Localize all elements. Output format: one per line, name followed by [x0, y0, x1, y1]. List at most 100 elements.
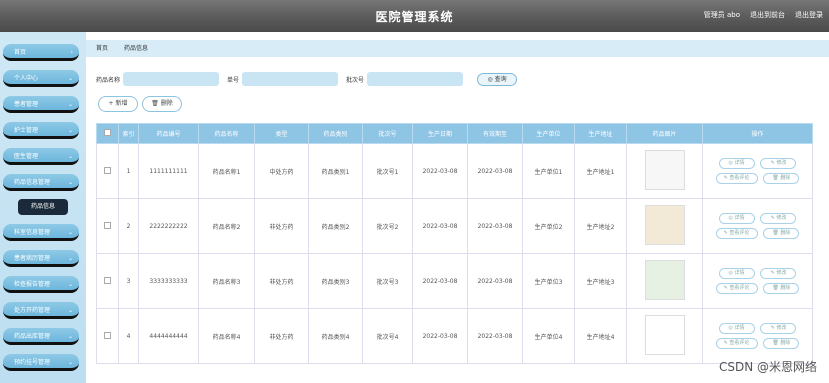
add-button[interactable]: + 新增: [98, 96, 138, 112]
delete-row-button[interactable]: 🗑 删除: [763, 338, 800, 349]
drug-name-input[interactable]: [123, 72, 220, 86]
main-content: 首页 药品信息 药品名称 单号 批次号 ◎ 查询 + 新增 🗑 删除 索引 药品…: [86, 32, 829, 383]
sidebar-item-label: 检查报告管理: [14, 281, 51, 288]
table-header-row: 索引 药品编号 药品名称 类型 药品类别 批次号 生产日期 有效期至 生产单位 …: [96, 123, 813, 144]
top-header: 医院管理系统 管理员 abo 退出到前台 退出登录: [0, 0, 829, 32]
sidebar-subitem-drug-info[interactable]: 药品信息: [18, 199, 68, 215]
cell-idx: 3: [118, 253, 139, 309]
breadcrumb-home[interactable]: 首页: [96, 45, 108, 52]
cell-cat: 药品类别1: [308, 143, 363, 199]
sidebar-item-label: 首页: [14, 49, 27, 56]
cell-idx: 1: [118, 143, 139, 199]
cell-name: 药品名称2: [198, 198, 255, 254]
row-operations: ◎ 详情 ✎ 修改 ✎ 查看评论 🗑 删除: [702, 198, 813, 254]
review-button[interactable]: ✎ 查看评论: [715, 338, 758, 349]
table-row: 3 3333333333 药品名称3 非处方药 药品类别3 批次号3 2022-03-08 2…: [96, 253, 813, 309]
logout-link[interactable]: 退出登录: [795, 10, 823, 20]
detail-button[interactable]: ◎ 详情: [718, 268, 755, 279]
chevron-icon: ⌄: [67, 281, 73, 288]
table-row: 2 2222222222 药品名称2 非处方药 药品类别2 批次号2 2022-03-08 2…: [96, 198, 813, 254]
sidebar-item-label: 药品出库管理: [14, 333, 51, 340]
detail-button[interactable]: ◎ 详情: [718, 323, 755, 334]
cell-batch: 批次号4: [362, 308, 413, 364]
delete-row-button[interactable]: 🗑 删除: [763, 228, 800, 239]
cell-addr: 生产地址4: [574, 308, 627, 364]
chevron-icon: ⌄: [67, 179, 73, 186]
search-bar: 药品名称 单号 批次号 ◎ 查询: [96, 71, 518, 87]
cell-batch: 批次号1: [362, 143, 413, 199]
delete-row-button[interactable]: 🗑 删除: [763, 283, 800, 294]
col-header: 操作: [702, 123, 813, 144]
col-header: 生产单位: [522, 123, 575, 144]
sidebar-item-reports[interactable]: 检查报告管理 ⌄: [3, 276, 79, 293]
edit-button[interactable]: ✎ 修改: [760, 323, 797, 334]
header-checkbox[interactable]: [96, 123, 119, 144]
col-header: 索引: [118, 123, 139, 144]
chevron-icon: ›: [70, 49, 73, 56]
cell-code: 3333333333: [138, 253, 199, 309]
user-label: 管理员 abo: [703, 11, 740, 19]
sidebar-item-appointments[interactable]: 预约挂号管理 ⌄: [3, 354, 79, 371]
drug-image: [626, 198, 703, 254]
sidebar-item-home[interactable]: 首页 ›: [3, 44, 79, 61]
cell-addr: 生产地址3: [574, 253, 627, 309]
sidebar-item-drugs[interactable]: 药品信息管理 ⌄: [3, 174, 79, 191]
edit-button[interactable]: ✎ 修改: [760, 268, 797, 279]
row-checkbox[interactable]: [96, 308, 119, 364]
col-header: 类型: [254, 123, 309, 144]
sidebar-item-records[interactable]: 患者病历管理 ⌄: [3, 250, 79, 267]
chevron-icon: ⌄: [67, 359, 73, 366]
header-links: 管理员 abo 退出到前台 退出登录: [704, 10, 823, 20]
review-button[interactable]: ✎ 查看评论: [715, 173, 758, 184]
cell-name: 药品名称1: [198, 143, 255, 199]
sidebar-item-drug-out[interactable]: 药品出库管理 ⌄: [3, 328, 79, 345]
cell-code: 2222222222: [138, 198, 199, 254]
drug-image: [626, 308, 703, 364]
sidebar-item-label: 科室信息管理: [14, 229, 51, 236]
drug-table: 索引 药品编号 药品名称 类型 药品类别 批次号 生产日期 有效期至 生产单位 …: [96, 123, 813, 364]
cell-code: 1111111111: [138, 143, 199, 199]
delete-button[interactable]: 🗑 删除: [142, 96, 182, 112]
row-checkbox[interactable]: [96, 143, 119, 199]
sidebar-item-profile[interactable]: 个人中心 ⌄: [3, 70, 79, 87]
table-row: 4 4444444444 药品名称4 非处方药 药品类别4 批次号4 2022-03-08 2…: [96, 308, 813, 364]
review-button[interactable]: ✎ 查看评论: [715, 283, 758, 294]
drug-image: [626, 253, 703, 309]
row-checkbox[interactable]: [96, 198, 119, 254]
sidebar-item-nurses[interactable]: 护士管理 ⌄: [3, 122, 79, 139]
sidebar-item-label: 医生管理: [14, 153, 39, 160]
logout-front-link[interactable]: 退出到前台: [750, 10, 785, 20]
cell-code: 4444444444: [138, 308, 199, 364]
code-input[interactable]: [242, 72, 339, 86]
chevron-icon: ⌄: [67, 127, 73, 134]
search-button[interactable]: ◎ 查询: [477, 72, 518, 86]
cell-unit: 生产单位4: [522, 308, 575, 364]
detail-button[interactable]: ◎ 详情: [718, 158, 755, 169]
row-checkbox[interactable]: [96, 253, 119, 309]
sidebar-item-patients[interactable]: 患者管理 ⌄: [3, 96, 79, 113]
delete-row-button[interactable]: 🗑 删除: [763, 173, 800, 184]
sidebar-item-label: 患者管理: [14, 101, 39, 108]
sidebar-item-prescriptions[interactable]: 处方开药管理 ⌄: [3, 302, 79, 319]
row-operations: ◎ 详情 ✎ 修改 ✎ 查看评论 🗑 删除: [702, 143, 813, 199]
cell-unit: 生产单位2: [522, 198, 575, 254]
col-header: 批次号: [362, 123, 413, 144]
sidebar-item-label: 护士管理: [14, 127, 39, 134]
edit-button[interactable]: ✎ 修改: [760, 213, 797, 224]
chevron-icon: ⌄: [67, 101, 73, 108]
batch-input[interactable]: [367, 72, 464, 86]
sidebar-item-label: 预约挂号管理: [14, 359, 51, 366]
edit-button[interactable]: ✎ 修改: [760, 158, 797, 169]
col-header: 药品名称: [198, 123, 255, 144]
detail-button[interactable]: ◎ 详情: [718, 213, 755, 224]
cell-cat: 药品类别4: [308, 308, 363, 364]
cell-date: 2022-03-08: [412, 198, 468, 254]
cell-idx: 4: [118, 308, 139, 364]
review-button[interactable]: ✎ 查看评论: [715, 228, 758, 239]
sidebar-item-label: 患者病历管理: [14, 255, 51, 262]
sidebar-item-doctors[interactable]: 医生管理 ⌄: [3, 148, 79, 165]
cell-unit: 生产单位3: [522, 253, 575, 309]
sidebar-item-label: 药品信息管理: [14, 179, 51, 186]
sidebar-item-departments[interactable]: 科室信息管理 ⌄: [3, 224, 79, 241]
col-header: 有效期至: [467, 123, 523, 144]
